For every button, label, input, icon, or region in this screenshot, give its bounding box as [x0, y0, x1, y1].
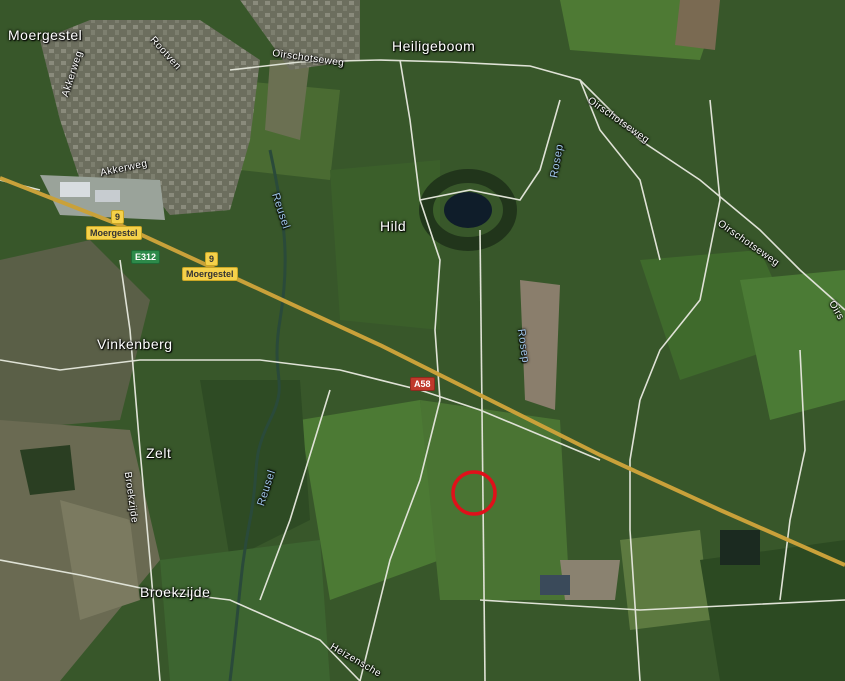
label-heiligeboom[interactable]: Heiligeboom [392, 38, 475, 54]
label-vinkenberg[interactable]: Vinkenberg [97, 336, 173, 352]
label-hild[interactable]: Hild [380, 218, 406, 234]
e-route-shield: E312 [131, 250, 161, 264]
exit-name-shield-1: Moergestel [86, 226, 142, 240]
label-moergestel[interactable]: Moergestel [8, 27, 82, 43]
lake [444, 192, 492, 228]
label-broekzijde[interactable]: Broekzijde [140, 584, 210, 600]
exit-number-shield-2: 9 [205, 252, 219, 266]
exit-name-shield-2: Moergestel [182, 267, 238, 281]
exit-number-shield-1: 9 [111, 210, 125, 224]
label-zelt[interactable]: Zelt [146, 445, 171, 461]
a-route-shield: A58 [410, 377, 435, 391]
satellite-map[interactable]: Moergestel Heiligeboom Hild Vinkenberg Z… [0, 0, 845, 681]
